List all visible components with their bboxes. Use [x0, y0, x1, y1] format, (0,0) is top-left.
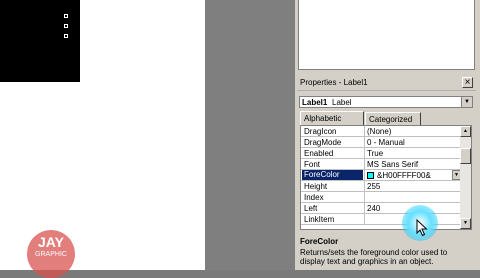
designer-background [205, 0, 295, 270]
chevron-down-icon[interactable]: ▼ [461, 97, 472, 107]
property-value[interactable]: 0 - Manual [367, 138, 459, 147]
resize-handle-middle[interactable] [64, 24, 68, 28]
form-designer[interactable] [0, 0, 205, 270]
property-grid[interactable]: DragIcon (None) DragMode 0 - Manual Enab… [300, 125, 472, 230]
description-title: ForeColor [300, 237, 339, 246]
column-divider [364, 192, 365, 203]
close-button[interactable]: × [462, 77, 473, 88]
watermark-logo: JAY GRAPHIC [27, 230, 75, 278]
resize-handle-top[interactable] [64, 14, 68, 18]
column-divider [364, 203, 365, 214]
description-text: Returns/sets the foreground color used t… [300, 248, 448, 266]
column-divider [364, 214, 365, 225]
property-row-left[interactable]: Left 240 [301, 203, 461, 214]
property-name: Height [304, 182, 328, 191]
tab-categorized[interactable]: Categorized [365, 112, 421, 125]
property-row-dragicon[interactable]: DragIcon (None) [301, 126, 461, 137]
column-divider [364, 159, 365, 170]
property-value[interactable]: True [367, 149, 459, 158]
properties-title: Properties - Label1 [300, 78, 368, 87]
color-swatch [367, 172, 374, 180]
property-name: DragMode [304, 138, 342, 147]
label1-control[interactable] [0, 0, 80, 82]
property-value[interactable]: 255 [367, 182, 459, 191]
tab-alphabetic[interactable]: Alphabetic [300, 111, 364, 125]
object-selector[interactable]: Label1 Label ▼ [299, 96, 473, 108]
description-panel: ForeColor Returns/sets the foreground co… [300, 235, 472, 270]
scroll-up-button[interactable]: ▲ [460, 126, 471, 137]
column-divider [364, 170, 365, 181]
column-divider [364, 137, 365, 148]
scrollbar-thumb[interactable] [460, 148, 471, 164]
resize-handle-bottom[interactable] [64, 34, 68, 38]
column-divider [364, 181, 365, 192]
property-name: ForeColor [302, 170, 363, 180]
watermark-subtext: GRAPHIC [35, 251, 67, 258]
object-type: Label [332, 98, 352, 107]
object-name: Label1 [302, 98, 328, 107]
property-row-height[interactable]: Height 255 [301, 181, 461, 192]
property-value[interactable]: MS Sans Serif [367, 160, 459, 169]
property-name: Left [304, 204, 318, 213]
property-name: Index [304, 193, 324, 202]
project-explorer[interactable] [298, 0, 475, 70]
column-divider [364, 126, 365, 137]
property-row-index[interactable]: Index [301, 192, 461, 203]
forecolor-value: &H00FFFF00& [377, 171, 431, 180]
mouse-pointer-icon [416, 219, 428, 237]
property-row-enabled[interactable]: Enabled True [301, 148, 461, 159]
property-name: LinkItem [304, 215, 335, 224]
property-row-dragmode[interactable]: DragMode 0 - Manual [301, 137, 461, 148]
properties-window: Properties - Label1 × Label1 Label ▼ Alp… [297, 75, 476, 270]
scroll-down-button[interactable]: ▼ [460, 218, 471, 229]
property-value[interactable]: &H00FFFF00& [367, 171, 459, 180]
property-name: DragIcon [304, 127, 337, 136]
property-name: Font [304, 160, 321, 169]
properties-title-bar[interactable]: Properties - Label1 × [297, 75, 476, 91]
property-name: Enabled [304, 149, 334, 158]
watermark-text: JAY [38, 234, 64, 250]
property-value[interactable]: (None) [367, 127, 459, 136]
vertical-scrollbar[interactable]: ▲ ▼ [460, 126, 471, 229]
property-row-forecolor[interactable]: ForeColor &H00FFFF00& ▼ [301, 170, 461, 181]
property-row-font[interactable]: Font MS Sans Serif [301, 159, 461, 170]
column-divider [364, 148, 365, 159]
